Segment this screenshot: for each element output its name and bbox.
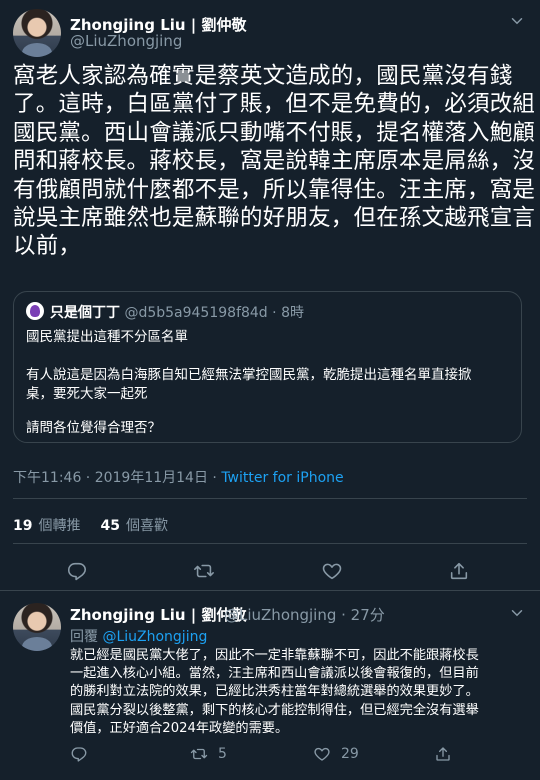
timestamp-text[interactable]: 下午11:46 · 2019年11月14日 ·	[13, 470, 221, 486]
reply-text-line: 的勝利對立法院的效果，已經比洪秀柱當年對總統選舉的效果更妙了。	[70, 684, 479, 700]
quote-text-line: 有人說這是因為白海豚自知已經無法掌控國民黨，乾脆提出這種名單直接掀	[26, 367, 472, 383]
tweet-text-line: 國民黨。西山會議派只動嘴不付賬，提名權落入鮑顧	[13, 119, 536, 146]
quote-avatar	[26, 302, 44, 320]
avatar[interactable]	[13, 9, 61, 57]
likes-count: 45	[100, 518, 120, 534]
reply-text-line: 就已經是國民黨大佬了，因此不一定非靠蘇聯不可，因此不能跟蔣校長	[70, 648, 479, 663]
quote-header: 只是個丁丁 @d5b5a945198f84d · 8時	[50, 302, 304, 322]
main-tweet: Zhongjing Liu | 劉仲敬 @LiuZhongjing 窩老人家認為…	[0, 0, 540, 590]
tweet-text-line: 窩老人家認為確實是蔡英文造成的，國民黨沒有錢	[13, 63, 513, 89]
tweet-text-line: 說吳主席雖然也是蘇聯的好朋友，但在孫文越飛宣言	[13, 205, 536, 232]
reply-icon[interactable]	[70, 745, 88, 763]
reply-retweets-count: 5	[218, 746, 227, 762]
divider	[13, 543, 527, 544]
tweet-text-line: 以前，	[13, 233, 82, 260]
author-handle[interactable]: @LiuZhongjing	[70, 32, 182, 50]
chevron-down-icon[interactable]	[508, 12, 526, 30]
reply-text: 就已經是國民黨大佬了，因此不一定非靠蘇聯不可，因此不能跟蔣校長 一起進入核心小組…	[70, 647, 530, 738]
likes-stat[interactable]: 45 個喜歡	[100, 518, 167, 534]
quote-author-handle: @d5b5a945198f84d	[124, 305, 268, 321]
reply-likes-count: 29	[341, 746, 359, 762]
reply-icon[interactable]	[66, 560, 88, 582]
retweets-label: 個轉推	[38, 518, 81, 534]
tweet-text-line: 了。這時，白區黨付了賬，但不是免費的，必須改組	[13, 91, 536, 118]
reply-text-line: 國民黨分裂以後整黨，剩下的核心才能控制得住，但已經完全沒有選舉	[70, 702, 479, 718]
quote-time: 8時	[281, 305, 304, 321]
tweet-text-line: 有俄顧問就什麼都不是，所以靠得住。汪主席，窩是	[13, 176, 536, 203]
reply-tweet[interactable]: Zhongjing Liu | 劉仲敬 @LiuZhongjing · 27分 …	[0, 590, 540, 780]
like-icon[interactable]	[313, 745, 331, 763]
reply-text-line: 價值，正好適合2024年政變的需要。	[70, 720, 289, 736]
replying-to: 回覆 @LiuZhongjing	[70, 626, 207, 646]
tweet-text: 窩老人家認為確實是蔡英文造成的，國民黨沒有錢 了。這時，白區黨付了賬，但不是免費…	[13, 62, 536, 261]
tweet-source-link[interactable]: Twitter for iPhone	[221, 470, 343, 486]
likes-label: 個喜歡	[125, 518, 168, 534]
chevron-down-icon[interactable]	[508, 604, 526, 622]
share-icon[interactable]	[434, 745, 452, 763]
tweet-timestamp: 下午11:46 · 2019年11月14日 · Twitter for iPho…	[13, 467, 344, 487]
retweet-icon[interactable]	[193, 560, 215, 582]
reply-prefix: 回覆	[70, 629, 103, 645]
quote-text-line: 桌，要死大家一起死	[26, 386, 148, 402]
reply-mention-link[interactable]: @LiuZhongjing	[102, 629, 207, 645]
tweet-stats: 19 個轉推 45 個喜歡	[13, 515, 168, 535]
avatar[interactable]	[13, 603, 61, 651]
retweet-icon[interactable]	[190, 745, 208, 763]
tweet-text-line: 問和蔣校長。蔣校長，窩是說韓主席原本是屌絲，沒	[13, 148, 536, 175]
quote-text-line: 國民黨提出這種不分區名單	[26, 329, 188, 345]
reply-text-line: 一起進入核心小組。當然，汪主席和西山會議派以後會報復的，但目前	[70, 666, 479, 682]
reply-author-name[interactable]: Zhongjing Liu | 劉仲敬	[70, 604, 247, 625]
share-icon[interactable]	[448, 560, 470, 582]
quote-text-line: 請問各位覺得合理否？	[26, 420, 161, 436]
quoted-tweet-card[interactable]: 只是個丁丁 @d5b5a945198f84d · 8時 國民黨提出這種不分區名單…	[13, 291, 522, 443]
quote-separator: ·	[272, 305, 277, 321]
like-icon[interactable]	[321, 560, 343, 582]
divider	[13, 498, 527, 499]
retweets-count: 19	[13, 518, 33, 534]
retweets-stat[interactable]: 19 個轉推	[13, 518, 80, 534]
quote-author-name: 只是個丁丁	[50, 305, 120, 321]
reply-author-handle[interactable]: @LiuZhongjing · 27分	[224, 604, 385, 625]
